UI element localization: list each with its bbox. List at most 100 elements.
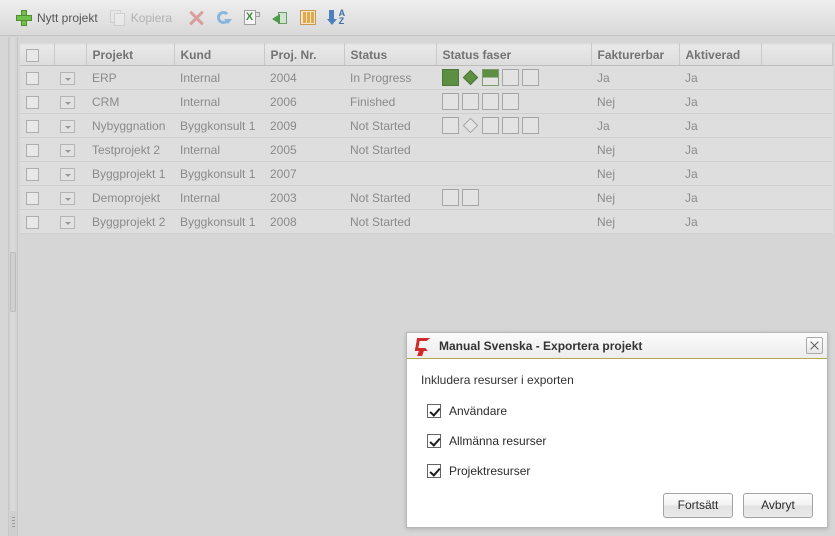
columns-button[interactable]	[294, 5, 322, 31]
dialog-footer: Fortsätt Avbryt	[407, 483, 827, 527]
header-proj-nr[interactable]: Proj. Nr.	[264, 43, 345, 66]
row-select-cell[interactable]	[20, 113, 54, 138]
cell-status: Not Started	[344, 113, 436, 138]
row-checkbox[interactable]	[26, 119, 39, 133]
splitter-grip[interactable]	[10, 511, 17, 536]
phase-partial-icon	[482, 69, 499, 86]
continue-button[interactable]: Fortsätt	[663, 492, 733, 518]
chevron-down-icon[interactable]	[60, 71, 75, 85]
dialog-option-row[interactable]: Användare	[421, 400, 813, 422]
phase-milestone-done-icon	[462, 69, 479, 86]
row-select-cell[interactable]	[20, 65, 54, 90]
excel-export-button[interactable]: X	[238, 5, 266, 31]
phase-indicators	[442, 189, 585, 206]
cell-spacer	[761, 113, 832, 138]
option-checkbox[interactable]	[427, 434, 441, 448]
refresh-button[interactable]	[210, 5, 238, 31]
row-menu-cell[interactable]	[54, 161, 86, 186]
vertical-splitter[interactable]	[9, 37, 18, 536]
table-row[interactable]: Nybyggnation Byggkonsult 1 2009 Not Started…	[20, 113, 832, 138]
row-menu-cell[interactable]	[54, 65, 86, 90]
select-all-checkbox[interactable]	[26, 48, 39, 62]
cell-kund: Internal	[174, 185, 264, 210]
table-row[interactable]: CRM Internal 2006 Finished Nej Ja	[20, 89, 832, 114]
header-select-all[interactable]	[20, 43, 55, 66]
cell-status: Not Started	[344, 185, 436, 210]
cell-proj-nr: 2005	[264, 137, 344, 162]
cell-spacer	[761, 161, 832, 186]
close-icon[interactable]	[806, 337, 823, 354]
dialog-title-bar[interactable]: Manual Svenska - Exportera projekt	[407, 333, 827, 359]
row-checkbox[interactable]	[26, 95, 39, 109]
cell-status-faser	[436, 185, 591, 210]
dialog-option-row[interactable]: Projektresurser	[421, 460, 813, 482]
row-select-cell[interactable]	[20, 137, 54, 162]
chevron-down-icon[interactable]	[60, 95, 75, 109]
cell-aktiverad: Ja	[679, 209, 761, 234]
row-menu-cell[interactable]	[54, 209, 86, 234]
header-status[interactable]: Status	[344, 43, 437, 66]
chevron-down-icon[interactable]	[60, 215, 75, 229]
row-select-cell[interactable]	[20, 209, 54, 234]
row-select-cell[interactable]	[20, 89, 54, 114]
cancel-button[interactable]: Avbryt	[743, 492, 813, 518]
phase-empty-icon	[522, 117, 539, 134]
refresh-icon	[216, 10, 233, 26]
cell-spacer	[761, 209, 832, 234]
header-kund[interactable]: Kund	[174, 43, 265, 66]
table-row[interactable]: Byggprojekt 2 Byggkonsult 1 2008 Not Starte…	[20, 209, 832, 234]
option-checkbox[interactable]	[427, 464, 441, 478]
row-select-cell[interactable]	[20, 185, 54, 210]
phase-empty-icon	[442, 189, 459, 206]
table-row[interactable]: Demoprojekt Internal 2003 Not Started Nej Ja	[20, 185, 832, 210]
row-checkbox[interactable]	[26, 191, 39, 205]
phase-empty-icon	[502, 93, 519, 110]
chevron-down-icon[interactable]	[60, 191, 75, 205]
phase-empty-icon	[442, 117, 459, 134]
cell-spacer	[761, 185, 832, 210]
phase-empty-icon	[502, 117, 519, 134]
row-menu-cell[interactable]	[54, 137, 86, 162]
delete-button[interactable]	[182, 5, 210, 31]
copy-button[interactable]: Kopiera	[104, 5, 178, 31]
row-menu-cell[interactable]	[54, 185, 86, 210]
splitter-handle[interactable]	[10, 252, 16, 312]
import-button[interactable]	[266, 5, 294, 31]
phase-empty-icon	[522, 69, 539, 86]
option-label: Användare	[449, 404, 508, 418]
cell-projekt: Demoprojekt	[86, 185, 174, 210]
option-checkbox[interactable]	[427, 404, 441, 418]
row-checkbox[interactable]	[26, 215, 39, 229]
row-checkbox[interactable]	[26, 167, 39, 181]
sort-button[interactable]: AZ	[322, 5, 350, 31]
row-menu-cell[interactable]	[54, 89, 86, 114]
cell-projekt: Byggprojekt 1	[86, 161, 174, 186]
row-menu-cell[interactable]	[54, 113, 86, 138]
table-row[interactable]: Testprojekt 2 Internal 2005 Not Started Nej J…	[20, 137, 832, 162]
import-icon	[272, 10, 288, 26]
header-status-faser[interactable]: Status faser	[436, 43, 592, 66]
new-project-button[interactable]: Nytt projekt	[10, 5, 104, 31]
cell-kund: Byggkonsult 1	[174, 209, 264, 234]
cell-kund: Byggkonsult 1	[174, 161, 264, 186]
option-label: Projektresurser	[449, 464, 531, 478]
header-fakturerbar[interactable]: Fakturerbar	[591, 43, 680, 66]
table-row[interactable]: Byggprojekt 1 Byggkonsult 1 2007 Nej Ja	[20, 161, 832, 186]
table-row[interactable]: ERP Internal 2004 In Progress Ja Ja	[20, 65, 832, 90]
header-aktiverad[interactable]: Aktiverad	[679, 43, 762, 66]
row-checkbox[interactable]	[26, 143, 39, 157]
phase-indicators	[442, 117, 585, 134]
header-menu	[54, 43, 87, 66]
sort-az-icon: AZ	[327, 8, 345, 26]
chevron-down-icon[interactable]	[60, 143, 75, 157]
cell-status	[344, 161, 436, 186]
row-select-cell[interactable]	[20, 161, 54, 186]
cell-kund: Byggkonsult 1	[174, 113, 264, 138]
chevron-down-icon[interactable]	[60, 167, 75, 181]
plus-icon	[16, 9, 32, 26]
cell-fakturerbar: Nej	[591, 161, 679, 186]
header-projekt[interactable]: Projekt	[86, 43, 175, 66]
dialog-option-row[interactable]: Allmänna resurser	[421, 430, 813, 452]
row-checkbox[interactable]	[26, 71, 39, 85]
chevron-down-icon[interactable]	[60, 119, 75, 133]
